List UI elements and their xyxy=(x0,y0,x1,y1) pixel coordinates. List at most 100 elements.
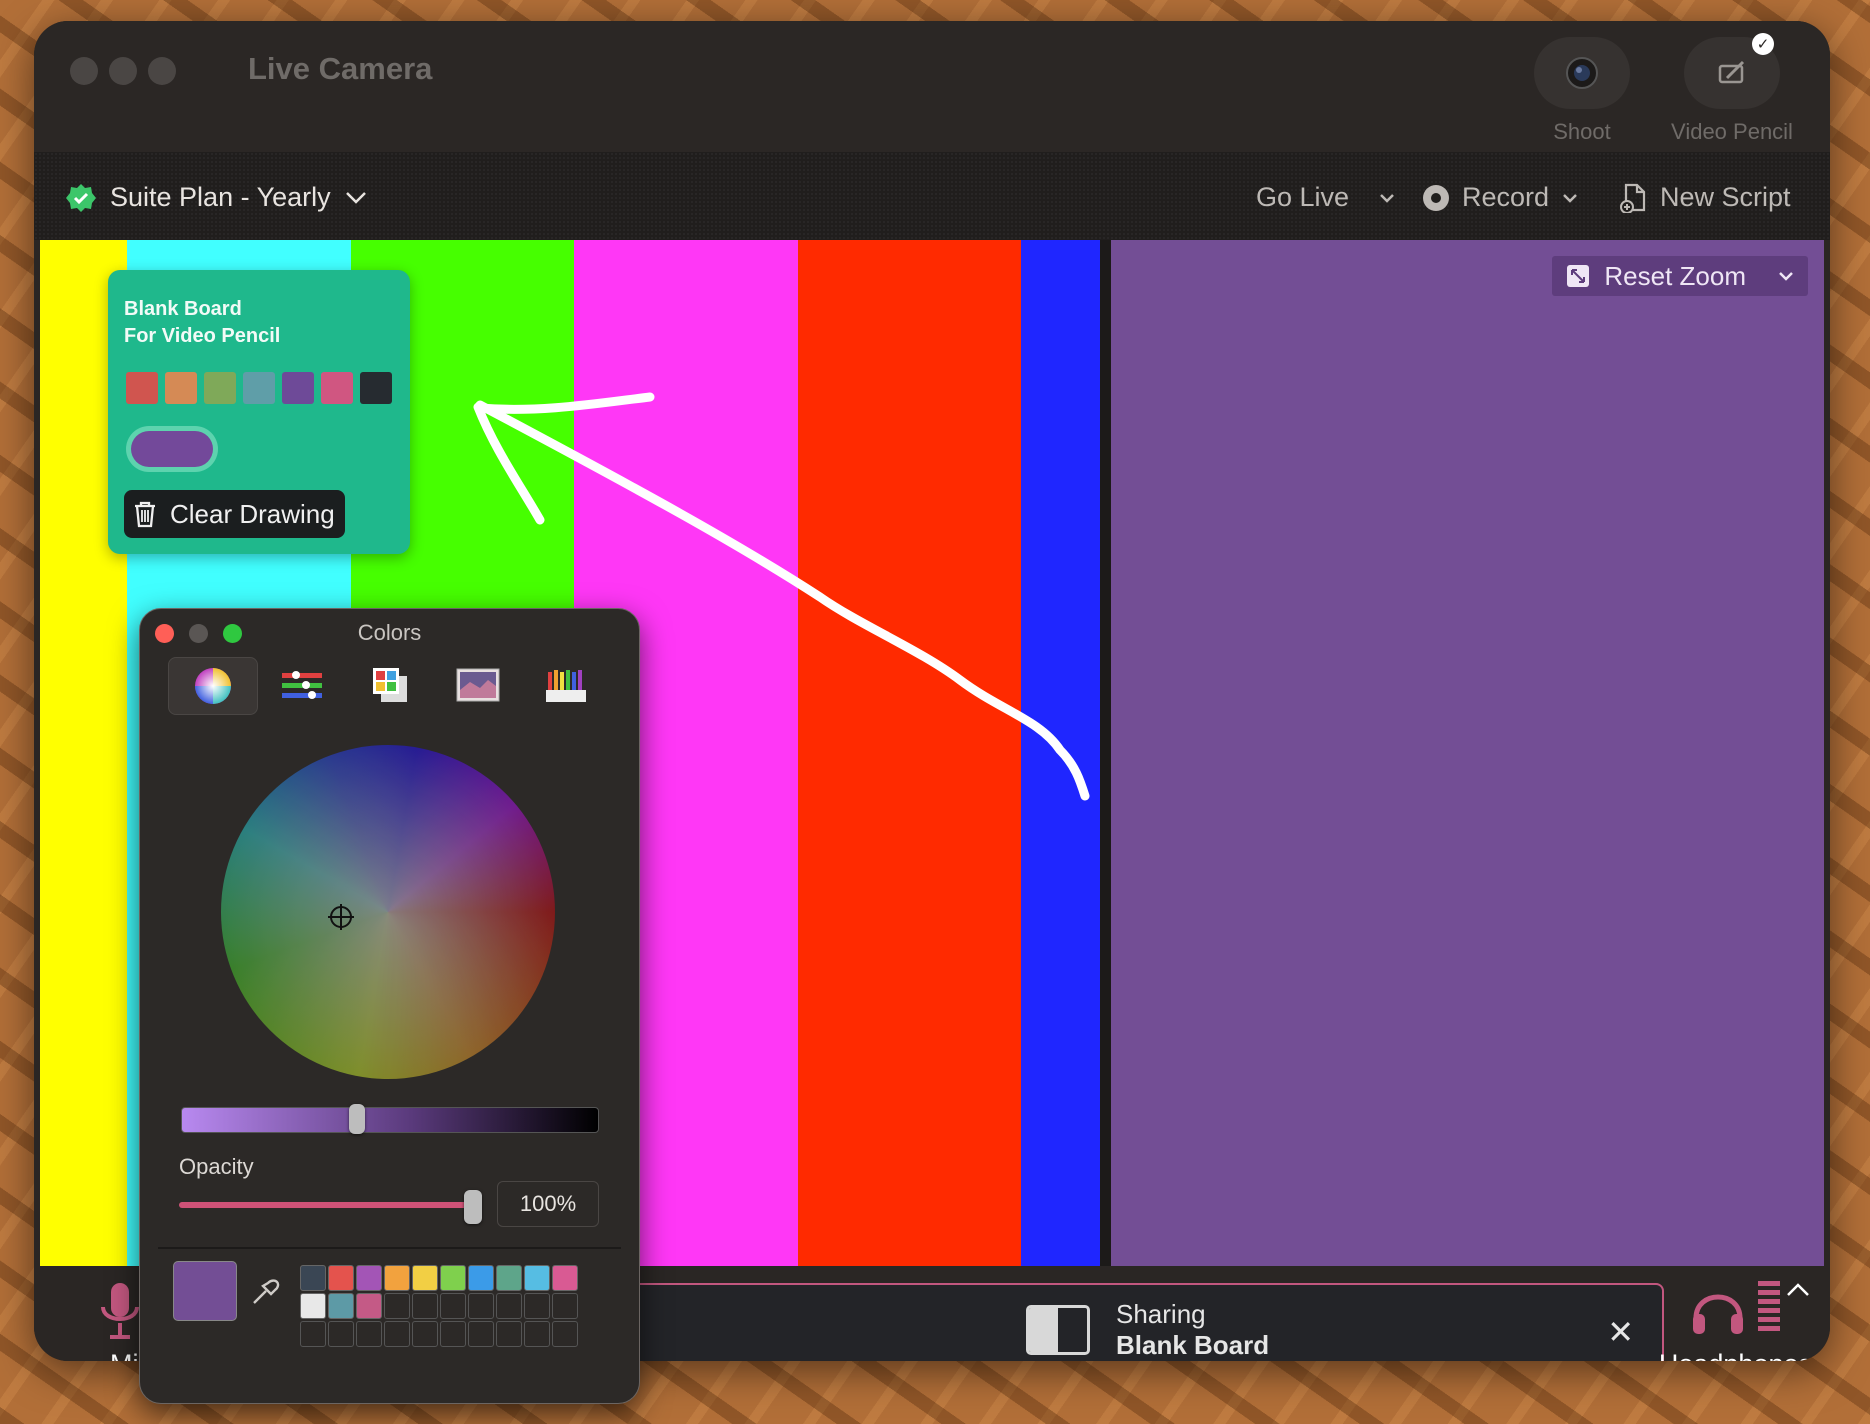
color-wheel-icon xyxy=(195,668,231,704)
video-pencil-button[interactable]: ✓ Video Pencil xyxy=(1662,33,1802,145)
color-swatch[interactable] xyxy=(440,1321,466,1347)
colors-divider xyxy=(158,1247,621,1249)
opacity-slider-knob[interactable] xyxy=(464,1190,482,1224)
color-swatch[interactable] xyxy=(300,1293,326,1319)
sharing-bar[interactable]: Sharing Blank Board ✕ xyxy=(614,1283,1664,1361)
palettes-icon xyxy=(373,668,407,702)
colors-panel: Colors Opacity 100% xyxy=(139,608,640,1404)
color-swatch[interactable] xyxy=(300,1321,326,1347)
tab-color-sliders[interactable] xyxy=(258,657,346,713)
clear-drawing-label: Clear Drawing xyxy=(170,498,335,529)
record-dropdown[interactable]: Record xyxy=(1422,182,1579,213)
record-label: Record xyxy=(1462,182,1550,212)
close-window-button[interactable] xyxy=(70,57,98,85)
pencil-swatch[interactable] xyxy=(126,372,158,404)
color-swatch[interactable] xyxy=(384,1293,410,1319)
colors-tabs xyxy=(168,657,610,715)
pencil-tablet-icon xyxy=(1718,60,1745,84)
pencil-panel-subtitle: For Video Pencil xyxy=(124,325,281,347)
trash-icon xyxy=(135,501,155,528)
zoom-window-button[interactable] xyxy=(148,57,176,85)
main-toolbar: Suite Plan - Yearly Go Live Record New S… xyxy=(34,152,1830,240)
pencil-swatch-row xyxy=(126,372,392,404)
brightness-slider-knob[interactable] xyxy=(349,1104,365,1134)
title-bar: Live Camera Shoot ✓ Video Pencil xyxy=(34,21,1830,152)
color-swatch[interactable] xyxy=(496,1293,522,1319)
color-swatch[interactable] xyxy=(524,1321,550,1347)
color-swatch[interactable] xyxy=(384,1321,410,1347)
pencil-swatch[interactable] xyxy=(282,372,314,404)
camera-lens-icon xyxy=(1566,57,1598,89)
pencil-swatch[interactable] xyxy=(204,372,236,404)
pencil-swatch[interactable] xyxy=(360,372,392,404)
color-swatch[interactable] xyxy=(552,1265,578,1291)
chevron-down-icon xyxy=(1380,193,1394,203)
pencil-swatch[interactable] xyxy=(165,372,197,404)
audio-level-meter-icon xyxy=(1758,1281,1780,1331)
new-script-button[interactable]: New Script xyxy=(1620,182,1791,213)
shoot-button[interactable]: Shoot xyxy=(1522,37,1642,145)
selected-pencil-color-button[interactable] xyxy=(126,426,218,472)
tab-image-palettes[interactable] xyxy=(434,657,522,713)
image-icon xyxy=(456,668,500,702)
brightness-slider[interactable] xyxy=(181,1107,599,1133)
zoom-expand-icon xyxy=(1567,265,1590,287)
clear-drawing-button[interactable]: Clear Drawing xyxy=(124,490,345,538)
pencil-swatch[interactable] xyxy=(321,372,353,404)
eyedropper-icon[interactable] xyxy=(250,1277,280,1307)
color-swatch[interactable] xyxy=(412,1321,438,1347)
color-swatch[interactable] xyxy=(356,1293,382,1319)
pencil-swatch[interactable] xyxy=(243,372,275,404)
colors-title: Colors xyxy=(357,620,422,645)
minimize-window-button[interactable] xyxy=(109,57,137,85)
color-swatch[interactable] xyxy=(412,1265,438,1291)
color-swatch[interactable] xyxy=(440,1265,466,1291)
color-wheel[interactable] xyxy=(221,745,555,1079)
chevron-down-icon xyxy=(1563,193,1577,203)
pencils-icon xyxy=(546,670,586,702)
chevron-up-icon[interactable] xyxy=(1786,1282,1810,1298)
microphone-icon[interactable] xyxy=(98,1281,142,1343)
color-swatch[interactable] xyxy=(468,1293,494,1319)
opacity-value-field[interactable]: 100% xyxy=(497,1181,599,1227)
blank-board-pane[interactable]: Reset Zoom xyxy=(1111,240,1824,1266)
video-pencil-panel: Blank Board For Video Pencil Clear Drawi… xyxy=(108,270,410,554)
color-swatch[interactable] xyxy=(468,1321,494,1347)
current-color-well[interactable] xyxy=(173,1261,237,1321)
chevron-down-icon xyxy=(1779,272,1793,281)
color-swatch[interactable] xyxy=(496,1265,522,1291)
color-swatch[interactable] xyxy=(468,1265,494,1291)
color-swatch[interactable] xyxy=(328,1265,354,1291)
color-swatch[interactable] xyxy=(384,1265,410,1291)
color-swatch[interactable] xyxy=(356,1265,382,1291)
color-swatch[interactable] xyxy=(328,1321,354,1347)
plan-selector[interactable]: Suite Plan - Yearly xyxy=(66,182,367,213)
chevron-down-icon xyxy=(345,191,366,204)
pencil-panel-title: Blank Board xyxy=(124,298,242,320)
color-swatch[interactable] xyxy=(552,1321,578,1347)
go-live-dropdown[interactable]: Go Live xyxy=(1256,182,1397,213)
sharing-target: Blank Board xyxy=(1116,1330,1270,1360)
color-swatch[interactable] xyxy=(356,1321,382,1347)
color-swatch[interactable] xyxy=(552,1293,578,1319)
opacity-label: Opacity xyxy=(179,1154,254,1179)
reset-zoom-button[interactable]: Reset Zoom xyxy=(1552,256,1808,296)
tab-color-wheel[interactable] xyxy=(168,657,258,715)
opacity-slider[interactable] xyxy=(179,1202,469,1208)
new-script-label: New Script xyxy=(1660,182,1791,212)
verified-badge-icon xyxy=(66,183,96,212)
color-swatch[interactable] xyxy=(412,1293,438,1319)
color-swatch[interactable] xyxy=(300,1265,326,1291)
color-swatch[interactable] xyxy=(524,1265,550,1291)
plan-label: Suite Plan - Yearly xyxy=(110,182,331,212)
color-swatch[interactable] xyxy=(440,1293,466,1319)
go-live-label: Go Live xyxy=(1256,182,1350,212)
color-swatch[interactable] xyxy=(328,1293,354,1319)
close-icon[interactable]: ✕ xyxy=(1607,1313,1634,1351)
color-swatch[interactable] xyxy=(496,1321,522,1347)
tab-pencils[interactable] xyxy=(522,657,610,713)
tab-color-palettes[interactable] xyxy=(346,657,434,713)
headphones-icon[interactable] xyxy=(1690,1284,1746,1336)
color-swatch[interactable] xyxy=(524,1293,550,1319)
sliders-icon xyxy=(282,671,322,699)
